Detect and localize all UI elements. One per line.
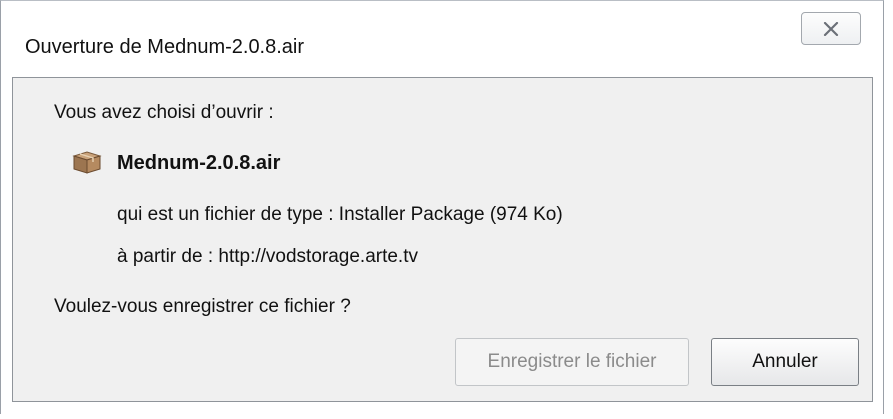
window-title: Ouverture de Mednum-2.0.8.air [25,36,305,58]
file-name: Mednum-2.0.8.air [117,152,281,174]
save-question: Voulez-vous enregistrer ce fichier ? [54,296,351,317]
dialog-body: Vous avez choisi d’ouvrir : Mednum-2.0.8… [12,77,873,402]
package-icon [71,149,103,175]
open-prompt: Vous avez choisi d’ouvrir : [54,102,274,123]
close-icon [823,21,839,36]
title-bar[interactable]: Ouverture de Mednum-2.0.8.air [1,1,883,77]
save-file-button[interactable]: Enregistrer le fichier [455,338,689,386]
cancel-button[interactable]: Annuler [711,338,859,386]
file-source-info: à partir de : http://vodstorage.arte.tv [117,246,418,267]
file-type-info: qui est un fichier de type : Installer P… [117,204,563,225]
download-dialog-window: Ouverture de Mednum-2.0.8.air Vous avez … [0,0,884,414]
close-button[interactable] [801,12,861,45]
